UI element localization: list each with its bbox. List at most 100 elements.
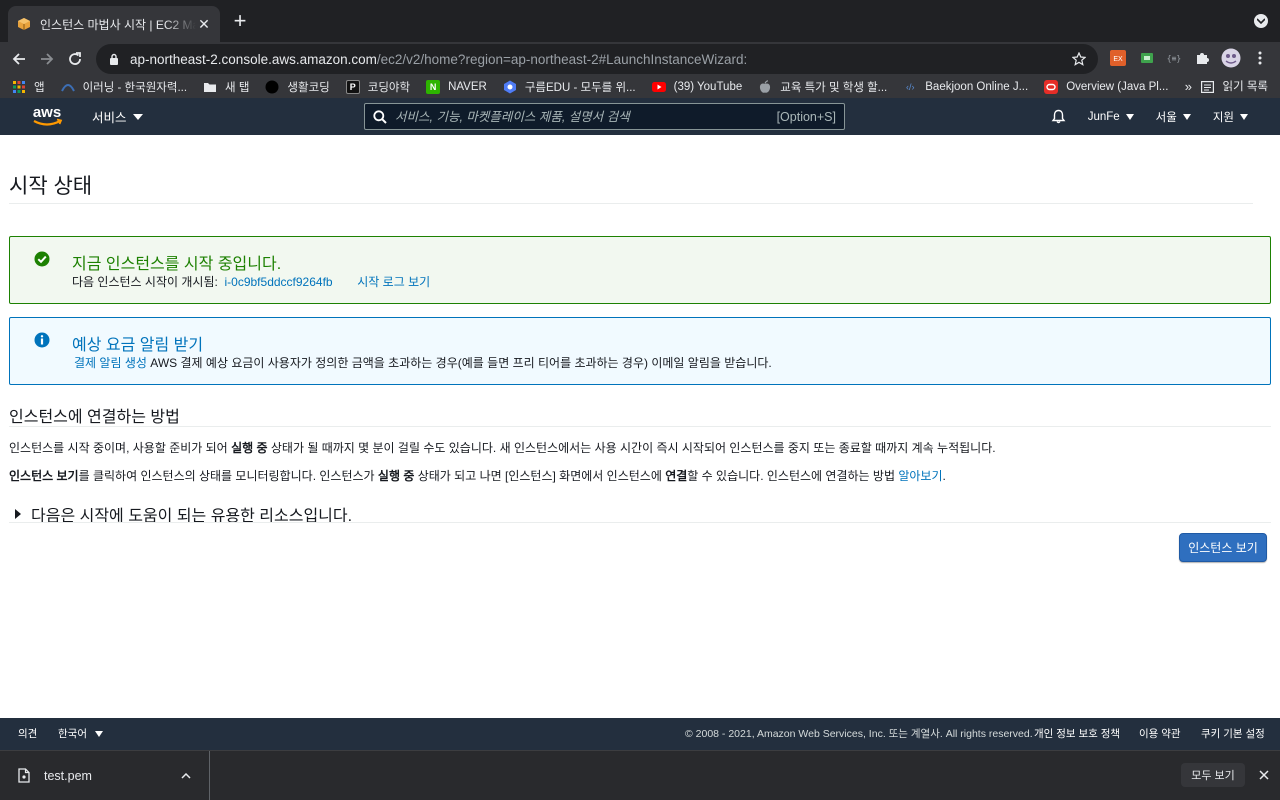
- bookmark-new-tab[interactable]: 새 탭: [203, 79, 249, 95]
- bookmark-label: Baekjoon Online J...: [925, 81, 1029, 93]
- bookmark-java-overview[interactable]: Overview (Java Pl...: [1044, 80, 1168, 94]
- aws-logo[interactable]: aws: [31, 104, 63, 133]
- url-host: ap-northeast-2.console.aws.amazon.com: [130, 51, 377, 67]
- support-menu[interactable]: 지원: [1213, 109, 1248, 125]
- extension-ex-icon[interactable]: EX: [1106, 46, 1130, 70]
- file-icon: [18, 768, 30, 783]
- reading-list[interactable]: 읽기 목록: [1201, 76, 1268, 98]
- bookmark-baekjoon[interactable]: ‹/› Baekjoon Online J...: [903, 80, 1028, 94]
- download-item[interactable]: test.pem: [0, 751, 210, 800]
- bookmark-label: 이러닝 - 한국원자력...: [82, 82, 188, 94]
- cookie-preferences-link[interactable]: 쿠키 기본 설정: [1201, 718, 1265, 750]
- bookmark-opentutorials[interactable]: 생활코딩: [265, 79, 330, 95]
- title-divider: [9, 203, 1253, 204]
- back-icon[interactable]: [6, 46, 32, 72]
- address-bar[interactable]: ap-northeast-2.console.aws.amazon.com/ec…: [96, 44, 1098, 74]
- bookmark-label: 새 탭: [225, 82, 250, 94]
- feedback-link[interactable]: 의견: [18, 718, 37, 750]
- bookmark-label: 앱: [34, 82, 45, 94]
- instance-id-link[interactable]: i-0c9bf5ddccf9264fb: [225, 275, 333, 289]
- bookmark-youtube[interactable]: (39) YouTube: [651, 80, 743, 94]
- show-all-downloads-button[interactable]: 모두 보기: [1181, 763, 1245, 787]
- info-heading: 예상 요금 알림 받기: [72, 337, 204, 354]
- p1-text-2: 상태가 될 때까지 몇 분이 걸릴 수도 있습니다. 새 인스턴스에서는 사용 …: [267, 441, 996, 455]
- success-alert: 지금 인스턴스를 시작 중입니다. 다음 인스턴스 시작이 개시됨: i-0c9…: [9, 236, 1271, 304]
- bookmark-naver[interactable]: N NAVER: [426, 80, 487, 94]
- info-alert: 예상 요금 알림 받기 결제 알림 생성 AWS 결제 예상 요금이 사용자가 …: [9, 317, 1271, 385]
- services-menu[interactable]: 서비스: [92, 98, 143, 135]
- tab-search-icon[interactable]: [1254, 14, 1268, 28]
- info-circle-icon: [34, 332, 50, 348]
- apps-grid-icon: [12, 80, 26, 94]
- tab-title: 인스턴스 마법사 시작 | EC2 Management Console: [40, 17, 196, 32]
- services-label: 서비스: [92, 111, 127, 125]
- forward-icon[interactable]: [34, 46, 60, 72]
- copyright-text: © 2008 - 2021, Amazon Web Services, Inc.…: [685, 728, 1033, 740]
- extension-green-icon[interactable]: [1135, 46, 1159, 70]
- privacy-link[interactable]: 개인 정보 보호 정책: [1034, 718, 1120, 750]
- chevron-down-icon: [132, 113, 143, 120]
- bookmark-goorm[interactable]: 구름EDU - 모두를 위...: [503, 79, 636, 95]
- account-name: JunFe: [1087, 110, 1120, 123]
- close-icon[interactable]: [1256, 767, 1272, 783]
- chevron-up-icon[interactable]: [179, 772, 193, 779]
- check-circle-icon: [34, 251, 50, 267]
- aws-navbar: aws 서비스 [Option+S] JunFe 서울 지원: [0, 98, 1280, 135]
- support-label: 지원: [1212, 111, 1234, 124]
- url-text: ap-northeast-2.console.aws.amazon.com/ec…: [130, 52, 1070, 67]
- create-billing-alert-link[interactable]: 결제 알림 생성: [74, 356, 147, 370]
- extension-bracket-icon[interactable]: {≡}: [1162, 46, 1186, 70]
- notifications-bell-icon[interactable]: [1051, 109, 1066, 124]
- aws-nav-right: JunFe 서울 지원: [1051, 98, 1248, 135]
- bookmark-coding-yahak[interactable]: P 코딩야학: [345, 79, 410, 95]
- account-menu[interactable]: JunFe: [1088, 111, 1134, 123]
- bookmark-apple-edu[interactable]: 교육 특가 및 학생 할...: [758, 79, 887, 95]
- download-file-name: test.pem: [44, 768, 92, 783]
- connect-paragraph-1: 인스턴스를 시작 중이며, 사용할 준비가 되어 실행 중 상태가 될 때까지 …: [9, 439, 996, 456]
- chevron-down-icon: [94, 731, 103, 737]
- p2-running-bold: 실행 중: [377, 469, 415, 483]
- reload-icon[interactable]: [62, 46, 88, 72]
- learn-more-link[interactable]: 알아보기: [898, 469, 942, 483]
- elearning-icon: [60, 80, 75, 94]
- bookmark-label: 구름EDU - 모두를 위...: [524, 82, 636, 94]
- p1-running-bold: 실행 중: [231, 441, 268, 455]
- bookmark-apps[interactable]: 앱: [12, 79, 45, 95]
- svg-text:EX: EX: [1113, 56, 1123, 63]
- success-body: 다음 인스턴스 시작이 개시됨: i-0c9bf5ddccf9264fb 시작 …: [72, 273, 430, 290]
- new-tab-button[interactable]: +: [229, 10, 251, 32]
- aws-cube-icon: [16, 16, 32, 32]
- p2-view-bold: 인스턴스 보기: [9, 469, 79, 483]
- bookmarks-more-icon[interactable]: »: [1185, 76, 1192, 98]
- aws-search-box[interactable]: [Option+S]: [364, 103, 845, 130]
- info-body-text: AWS 결제 예상 요금이 사용자가 정의한 금액을 초과하는 경우(예를 들면…: [150, 356, 772, 370]
- reading-list-label: 읽기 목록: [1222, 81, 1268, 93]
- region-menu[interactable]: 서울: [1156, 109, 1191, 125]
- chevron-down-icon: [1182, 113, 1191, 120]
- p1-text: 인스턴스를 시작 중이며, 사용할 준비가 되어: [9, 441, 232, 455]
- view-instances-button[interactable]: 인스턴스 보기: [1179, 533, 1267, 562]
- search-input[interactable]: [395, 109, 777, 124]
- profile-avatar[interactable]: [1219, 46, 1243, 70]
- search-shortcut-hint: [Option+S]: [776, 109, 836, 124]
- p2-text: 를 클릭하여 인스턴스의 상태를 모니터링합니다. 인스턴스가: [78, 469, 378, 483]
- browser-tab[interactable]: 인스턴스 마법사 시작 | EC2 Management Console ✕: [8, 6, 220, 42]
- language-selector[interactable]: 한국어: [58, 718, 103, 750]
- bookmark-star-icon[interactable]: [1070, 52, 1088, 66]
- p2-connect-bold: 연결: [665, 469, 688, 483]
- bookmark-label: (39) YouTube: [673, 81, 743, 93]
- bookmark-label: 교육 특가 및 학생 할...: [780, 82, 888, 94]
- bookmark-elearning[interactable]: 이러닝 - 한국원자력...: [60, 79, 188, 95]
- extensions-puzzle-icon[interactable]: [1190, 46, 1214, 70]
- tab-close-icon[interactable]: ✕: [196, 16, 212, 33]
- terms-link[interactable]: 이용 약관: [1139, 718, 1181, 750]
- expander-divider: [9, 522, 1271, 523]
- p2-period: .: [942, 469, 946, 483]
- chevron-down-icon: [1240, 113, 1248, 120]
- oracle-icon: [1044, 80, 1059, 94]
- svg-text:{≡}: {≡}: [1167, 54, 1181, 63]
- browser-menu-icon[interactable]: [1248, 46, 1272, 70]
- launch-log-link[interactable]: 시작 로그 보기: [357, 275, 430, 289]
- success-heading: 지금 인스턴스를 시작 중입니다.: [72, 256, 282, 273]
- chevron-down-icon: [1125, 113, 1134, 120]
